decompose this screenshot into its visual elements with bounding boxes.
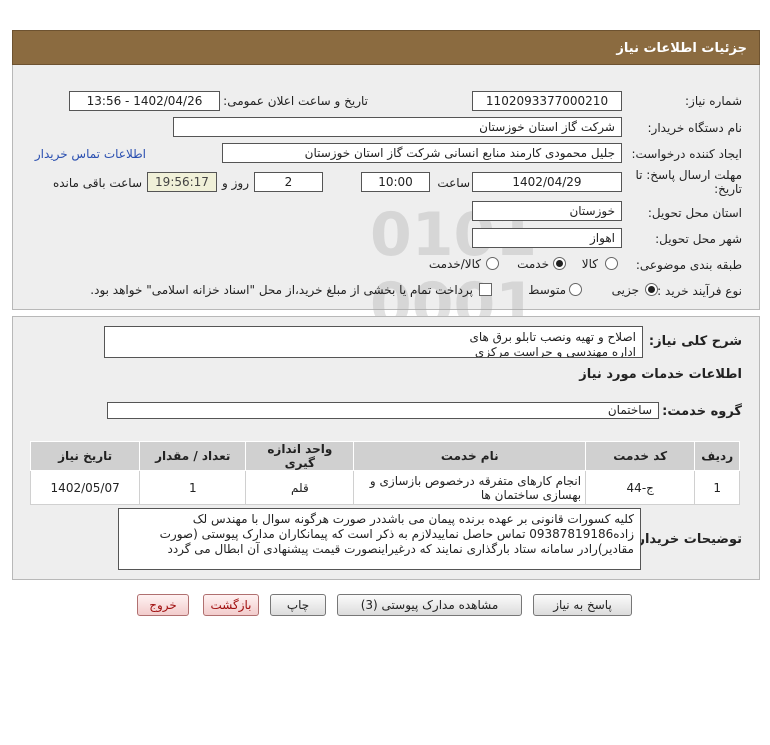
print-button[interactable]: چاپ xyxy=(270,594,326,616)
process-minor-radio[interactable] xyxy=(645,283,658,296)
city-label: شهر محل تحویل: xyxy=(655,232,742,246)
category-service-label: خدمت xyxy=(517,257,549,271)
col-name-header: نام خدمت xyxy=(353,441,587,471)
col-code-header: کد خدمت xyxy=(585,441,696,471)
row-date: 1402/05/07 xyxy=(29,470,141,505)
deadline-time-label: ساعت xyxy=(437,176,470,190)
page-header: جزئیات اطلاعات نیاز xyxy=(12,30,760,65)
process-medium-radio[interactable] xyxy=(569,283,582,296)
row-name: انجام کارهای متفرقه درخصوص بازسازی و بهس… xyxy=(353,470,587,505)
summary-text: اصلاح و تهیه ونصب تابلو برق های اداره مه… xyxy=(104,326,643,358)
treasury-payment-checkbox[interactable] xyxy=(479,283,492,296)
buyer-notes-text: کلیه کسورات قانونی بر عهده برنده پیمان م… xyxy=(118,508,641,570)
announce-label: تاریخ و ساعت اعلان عمومی: xyxy=(223,94,368,108)
remaining-label: ساعت باقی مانده xyxy=(52,176,142,190)
need-number-label: شماره نیاز: xyxy=(685,94,742,108)
category-label: طبقه بندی موضوعی: xyxy=(635,258,742,272)
col-index-header: ردیف xyxy=(694,441,740,471)
process-medium-label: متوسط xyxy=(528,283,566,297)
process-minor-label: جزیی xyxy=(611,283,639,297)
buyer-notes-label: توضیحات خریدار: xyxy=(632,532,742,547)
services-section-title: اطلاعات خدمات مورد نیاز xyxy=(579,367,742,382)
need-number-field[interactable]: 1102093377000210 xyxy=(472,91,622,111)
days-label: روز و xyxy=(222,176,249,190)
category-goods-radio[interactable] xyxy=(605,257,618,270)
buyer-contact-link[interactable]: اطلاعات تماس خریدار xyxy=(35,147,146,161)
remaining-time-field: 19:56:17 xyxy=(147,172,217,192)
deadline-time-field[interactable]: 10:00 xyxy=(361,172,430,192)
deadline-date-field[interactable]: 1402/04/29 xyxy=(472,172,622,192)
province-label: استان محل تحویل: xyxy=(647,206,742,220)
view-attachments-button[interactable]: مشاهده مدارک پیوستی (3) xyxy=(337,594,522,616)
back-button[interactable]: بازگشت xyxy=(203,594,259,616)
province-field[interactable]: خوزستان xyxy=(472,201,622,221)
service-group-field[interactable]: ساختمان xyxy=(107,402,659,419)
col-unit-header: واحد اندازه گیری xyxy=(245,441,355,471)
days-field[interactable]: 2 xyxy=(254,172,323,192)
row-index: 1 xyxy=(694,470,740,505)
table-row[interactable]: 1 ج-44 انجام کارهای متفرقه درخصوص بازساز… xyxy=(29,470,740,505)
col-qty-header: تعداد / مقدار xyxy=(139,441,247,471)
announce-datetime-field[interactable]: 1402/04/26 - 13:56 xyxy=(69,91,220,111)
col-date-header: تاریخ نیاز xyxy=(29,441,141,471)
creator-label: ایجاد کننده درخواست: xyxy=(631,147,742,161)
category-goods-label: کالا xyxy=(581,257,598,271)
reply-button[interactable]: پاسخ به نیاز xyxy=(533,594,632,616)
row-qty: 1 xyxy=(139,470,247,505)
exit-button[interactable]: خروج xyxy=(137,594,189,616)
service-group-label: گروه خدمت: xyxy=(662,404,742,419)
buyer-org-label: نام دستگاه خریدار: xyxy=(647,121,743,135)
page-title: جزئیات اطلاعات نیاز xyxy=(616,41,747,56)
process-label: نوع فرآیند خرید : xyxy=(657,284,742,298)
treasury-payment-note: پرداخت تمام یا بخشی از مبلغ خرید،از محل … xyxy=(90,283,473,297)
category-goods-service-radio[interactable] xyxy=(486,257,499,270)
table-header-row: ردیف کد خدمت نام خدمت واحد اندازه گیری ت… xyxy=(29,441,740,471)
category-service-radio[interactable] xyxy=(553,257,566,270)
buyer-org-field[interactable]: شرکت گاز استان خوزستان xyxy=(173,117,622,137)
deadline-date-label: تاریخ: xyxy=(714,182,742,196)
deadline-label: مهلت ارسال پاسخ: تا xyxy=(635,168,742,182)
services-table: ردیف کد خدمت نام خدمت واحد اندازه گیری ت… xyxy=(29,441,740,505)
row-code: ج-44 xyxy=(585,470,696,505)
summary-label: شرح کلی نیاز: xyxy=(648,334,742,349)
creator-field[interactable]: جلیل محمودی کارمند منابع انسانی شرکت گاز… xyxy=(222,143,622,163)
city-field[interactable]: اهواز xyxy=(472,228,622,248)
row-unit: قلم xyxy=(245,470,355,505)
category-goods-service-label: کالا/خدمت xyxy=(428,257,481,271)
